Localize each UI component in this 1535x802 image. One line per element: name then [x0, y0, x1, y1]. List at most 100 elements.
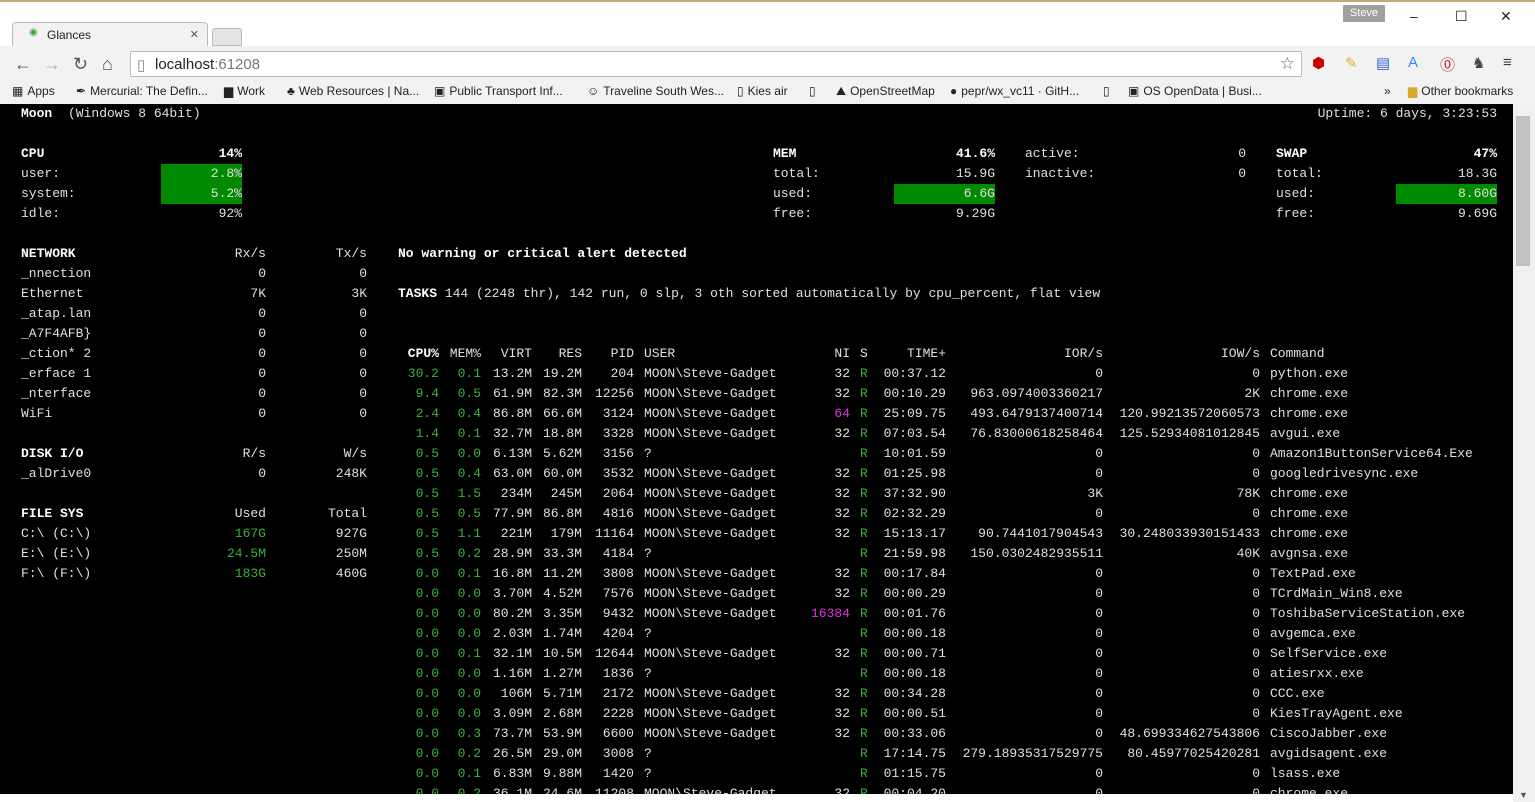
close-window-icon[interactable]: ✕ — [1500, 8, 1512, 25]
process-user: MOON\Steve-Gadget — [644, 426, 777, 441]
network-name: _erface 1 — [21, 366, 92, 381]
mem-extra-label: active: — [1025, 146, 1080, 161]
forward-icon[interactable]: → — [43, 54, 61, 75]
bookmark-item[interactable]: ♣ Web Resources | Na... — [287, 84, 419, 98]
process-virt: 234M — [500, 486, 532, 501]
swap-label: total: — [1276, 166, 1323, 181]
bookmark-item[interactable]: ▣ OS OpenData | Busi... — [1128, 84, 1262, 98]
process-res: 3.35M — [542, 606, 582, 621]
close-tab-icon[interactable]: ✕ — [190, 28, 199, 41]
process-status: R — [860, 566, 868, 581]
bookmark-icon: ▯ — [1103, 84, 1110, 98]
evernote-icon[interactable]: ♞ — [1472, 54, 1485, 72]
column-header-ni[interactable]: NI — [834, 344, 850, 364]
process-time: 17:14.75 — [883, 746, 946, 761]
process-iow: 48.699334627543806 — [1119, 726, 1260, 741]
column-header-time[interactable]: TIME+ — [907, 344, 946, 364]
bookmark-item[interactable]: ▦ Apps — [12, 84, 55, 98]
network-header: Tx/s — [335, 246, 367, 261]
process-mem: 1.5 — [457, 486, 481, 501]
process-time: 15:13.17 — [883, 526, 946, 541]
column-header-status[interactable]: S — [860, 344, 868, 364]
cpu-label: system: — [21, 186, 76, 201]
bookmark-item[interactable]: ▯ Kies air — [737, 84, 788, 98]
adblock-icon[interactable]: ⬢ — [1312, 54, 1325, 72]
back-icon[interactable]: ← — [14, 54, 32, 75]
bookmark-item[interactable]: ▯ — [1103, 84, 1114, 98]
process-ior: 0 — [1095, 786, 1103, 794]
column-header-virt[interactable]: VIRT — [501, 344, 532, 364]
bookmark-label: Apps — [27, 84, 55, 98]
bookmark-item[interactable]: ▆ Work — [224, 84, 265, 98]
swap-value: 18.3G — [1457, 166, 1497, 181]
process-mem: 0.2 — [457, 746, 481, 761]
process-ior: 0 — [1095, 666, 1103, 681]
address-bar[interactable]: ▯ localhost:61208 ☆ — [130, 51, 1302, 77]
process-command: googledrivesync.exe — [1270, 466, 1419, 481]
pinterest-icon[interactable]: ⓪ — [1440, 54, 1455, 75]
process-res: 19.2M — [542, 366, 582, 381]
process-time: 00:01.76 — [883, 606, 946, 621]
bookmarks-overflow[interactable]: » — [1384, 84, 1391, 98]
column-header-iow[interactable]: IOW/s — [1221, 344, 1260, 364]
process-command: ToshibaServiceStation.exe — [1270, 606, 1466, 621]
pen-icon[interactable]: ✎ — [1345, 54, 1358, 72]
column-header-ior[interactable]: IOR/s — [1064, 344, 1103, 364]
column-header-pid[interactable]: PID — [611, 344, 634, 364]
column-header-res[interactable]: RES — [559, 344, 582, 364]
menu-icon[interactable]: ≡ — [1503, 54, 1512, 71]
new-tab-button[interactable] — [212, 28, 242, 46]
process-cpu: 0.0 — [415, 606, 439, 621]
column-header-cpu[interactable]: CPU% — [408, 344, 439, 364]
page-behind — [0, 794, 1513, 802]
tab-glances[interactable]: ◉ Glances ✕ — [12, 22, 208, 46]
process-status: R — [860, 526, 868, 541]
process-ior: 0 — [1095, 446, 1103, 461]
column-header-command[interactable]: Command — [1270, 344, 1325, 364]
bookmark-item[interactable]: ✒ Mercurial: The Defin... — [76, 84, 208, 98]
process-iow: 30.248033930151433 — [1119, 526, 1260, 541]
process-user: ? — [644, 666, 652, 681]
scrollbar-thumb[interactable] — [1516, 116, 1530, 266]
note-icon[interactable]: ▤ — [1376, 54, 1390, 72]
translate-icon[interactable]: A — [1408, 54, 1418, 71]
bookmark-item[interactable]: ▯ — [809, 84, 820, 98]
process-res: 53.9M — [542, 726, 582, 741]
process-ni: 32 — [834, 386, 850, 401]
process-user: MOON\Steve-Gadget — [644, 466, 777, 481]
process-mem: 0.2 — [457, 786, 481, 794]
url-host: localhost — [155, 56, 215, 73]
process-status: R — [860, 586, 868, 601]
bookmark-item[interactable]: ● pepr/wx_vc11 · GitH... — [950, 84, 1079, 98]
bookmark-item[interactable]: ☺ Traveline South Wes... — [587, 84, 724, 98]
url-port: :61208 — [214, 56, 261, 73]
swap-label: free: — [1276, 206, 1316, 221]
profile-button[interactable]: Steve — [1343, 5, 1385, 22]
bookmark-item[interactable]: ▣ Public Transport Inf... — [434, 84, 563, 98]
fs-value: 167G — [234, 526, 266, 541]
column-header-mem[interactable]: MEM% — [450, 344, 481, 364]
maximize-icon[interactable]: ☐ — [1455, 8, 1468, 25]
process-cpu: 0.5 — [415, 466, 439, 481]
process-pid: 9432 — [602, 606, 634, 621]
other-bookmarks[interactable]: ▆ Other bookmarks — [1408, 84, 1513, 98]
scroll-down-icon[interactable]: ▼ — [1519, 790, 1528, 800]
star-icon[interactable]: ☆ — [1280, 54, 1295, 74]
network-name: Ethernet — [21, 286, 84, 301]
disk-value: 0 — [258, 466, 266, 481]
process-time: 37:32.90 — [883, 486, 946, 501]
scrollbar[interactable]: ▼ — [1513, 104, 1535, 802]
process-pid: 1836 — [602, 666, 634, 681]
column-header-user[interactable]: USER — [644, 344, 675, 364]
bookmark-item[interactable]: ⛰ OpenStreetMap — [836, 84, 935, 99]
bookmark-label: OS OpenData | Busi... — [1143, 84, 1262, 98]
process-pid: 3124 — [602, 406, 634, 421]
minimize-icon[interactable]: – — [1410, 8, 1418, 24]
page-icon: ▯ — [137, 57, 146, 74]
bookmark-icon: ▣ — [1128, 84, 1140, 98]
os-info: (Windows 8 64bit) — [68, 106, 201, 121]
home-icon[interactable]: ⌂ — [102, 54, 113, 75]
process-cpu: 0.0 — [415, 566, 439, 581]
process-ior: 0 — [1095, 706, 1103, 721]
reload-icon[interactable]: ↻ — [73, 54, 88, 75]
